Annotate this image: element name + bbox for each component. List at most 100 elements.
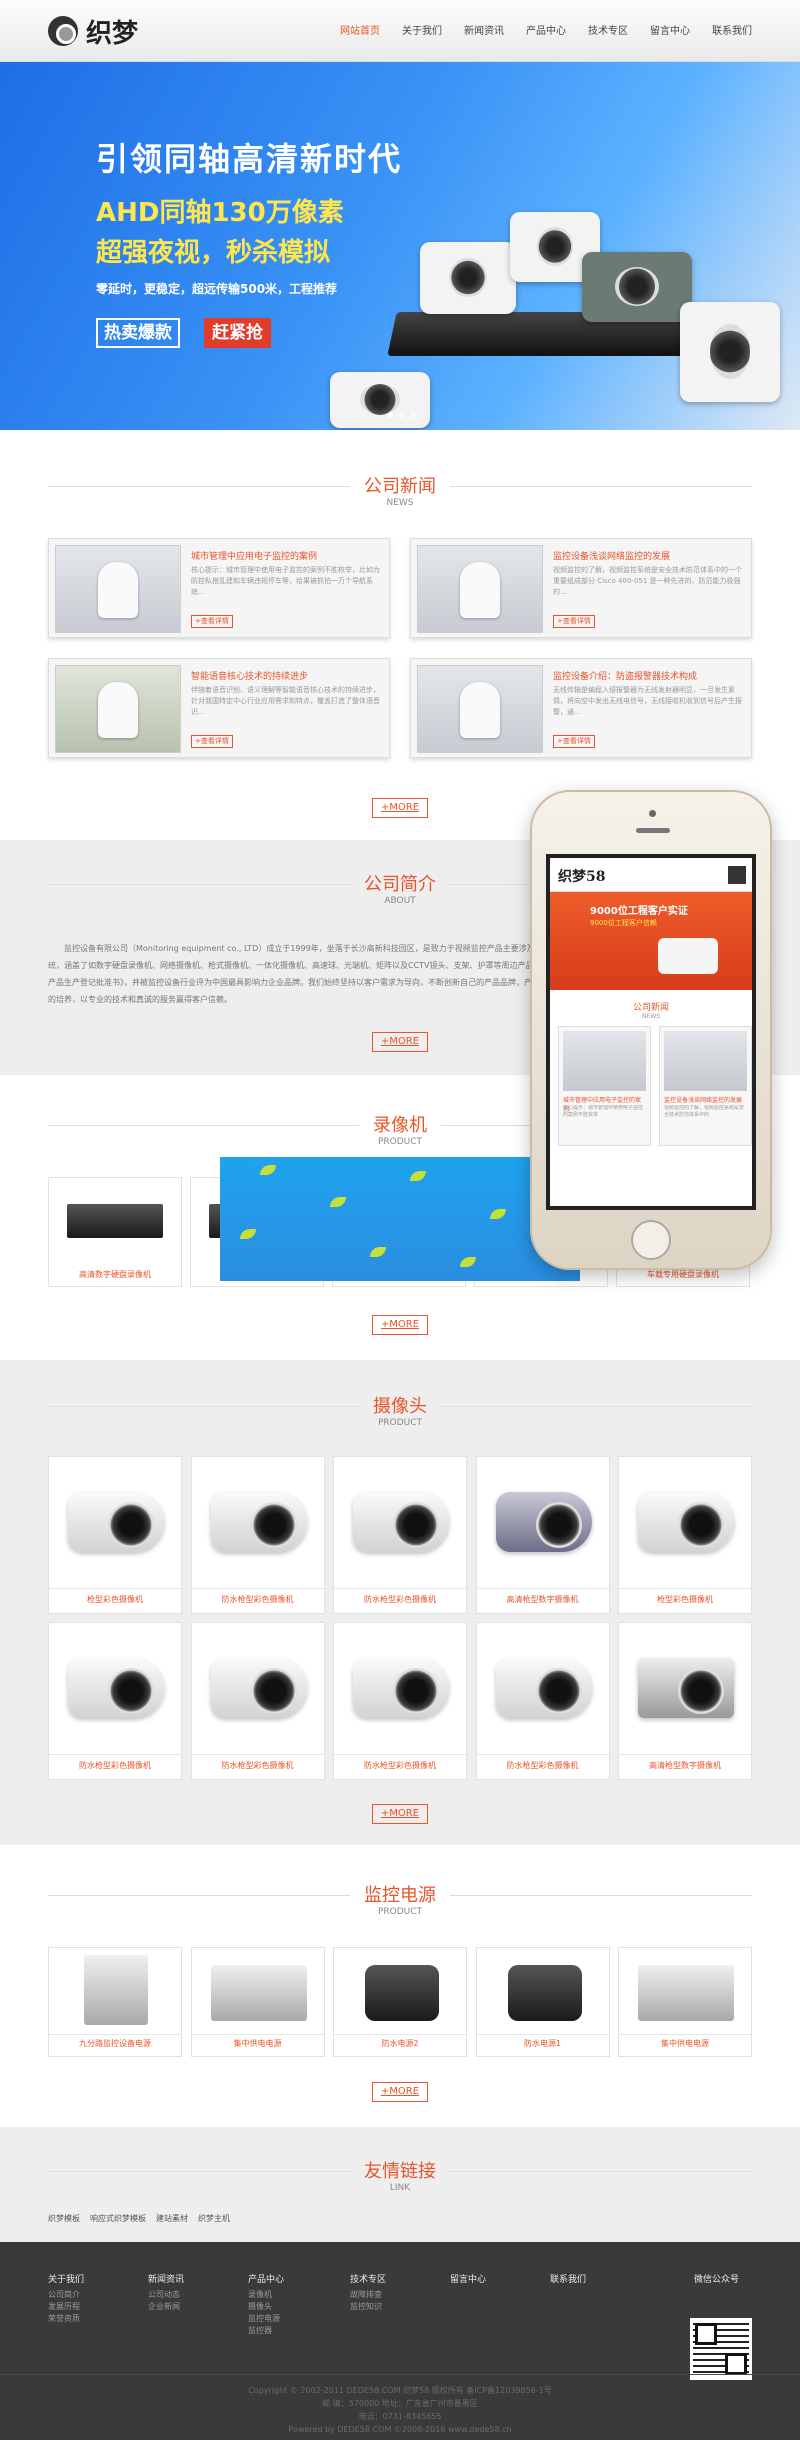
news-card[interactable]: 智能语音核心技术的持续进步 伴随着语音识别、语义理解等智能语音核心技术的持续进步…: [48, 658, 390, 758]
footer-col-title[interactable]: 产品中心: [248, 2272, 284, 2285]
site-logo[interactable]: 织梦: [48, 14, 139, 49]
product-caption[interactable]: 车载专用硬盘录像机: [617, 1269, 749, 1280]
product-card[interactable]: 九分路监控设备电源: [48, 1947, 182, 2057]
recorder-more-button[interactable]: +MORE: [372, 1315, 428, 1335]
product-caption[interactable]: 高清数字硬盘录像机: [49, 1269, 181, 1280]
product-caption[interactable]: 集中供电电源: [192, 2038, 324, 2049]
product-caption[interactable]: 防水电源1: [477, 2038, 609, 2049]
divider: [334, 2034, 466, 2035]
news-title[interactable]: 监控设备浅谈网络监控的发展: [553, 549, 670, 562]
product-image: [335, 1458, 465, 1588]
news-card[interactable]: 监控设备浅谈网络监控的发展 视频监控的了解，视频监控系统是安全技术防范体系中的一…: [410, 538, 752, 638]
product-caption[interactable]: 防水枪型彩色摄像机: [334, 1760, 466, 1771]
nav-tech[interactable]: 技术专区: [588, 22, 628, 37]
nav-news[interactable]: 新闻资讯: [464, 22, 504, 37]
product-card[interactable]: 高清枪型数字摄像机: [475, 1456, 610, 1614]
product-caption[interactable]: 防水枪型彩色摄像机: [477, 1760, 609, 1771]
product-card[interactable]: 集中供电电源: [190, 1947, 325, 2057]
divider: [191, 1754, 324, 1755]
product-card[interactable]: 防水枪型彩色摄像机: [190, 1456, 325, 1614]
friend-link[interactable]: 响应式织梦模板: [90, 2213, 146, 2224]
news-title[interactable]: 智能语音核心技术的持续进步: [191, 669, 308, 682]
about-more-button[interactable]: +MORE: [372, 1032, 428, 1052]
news-detail-button[interactable]: +查看详情: [191, 735, 233, 748]
news-card[interactable]: 城市管理中应用电子监控的案例 核心提示：城市管理中使用电子监控的案例不胜枚举，比…: [48, 538, 390, 638]
product-caption[interactable]: 防水枪型彩色摄像机: [334, 1594, 466, 1605]
product-card[interactable]: 防水枪型彩色摄像机: [190, 1622, 325, 1780]
product-card[interactable]: 高清枪型数字摄像机: [618, 1622, 752, 1780]
footer-link[interactable]: 公司动态: [148, 2289, 184, 2301]
product-card[interactable]: 枪型彩色摄像机: [48, 1456, 182, 1614]
divider: [619, 1754, 751, 1755]
footer-link[interactable]: 录像机: [248, 2289, 284, 2301]
footer-link[interactable]: 故障排查: [350, 2289, 386, 2301]
product-caption[interactable]: 防水枪型彩色摄像机: [192, 1760, 324, 1771]
logo-text: 织梦: [86, 18, 139, 49]
news-detail-button[interactable]: +查看详情: [553, 615, 595, 628]
footer-link[interactable]: 企业新闻: [148, 2301, 184, 2313]
nav-about[interactable]: 关于我们: [402, 22, 442, 37]
mobile-news-card[interactable]: 城市管理中应用电子监控的案例 核心提示：城市管理中使用电子监控的案例不胜枚举: [558, 1026, 651, 1146]
product-caption[interactable]: 高清枪型数字摄像机: [477, 1594, 609, 1605]
product-card[interactable]: 防水枪型彩色摄像机: [333, 1622, 467, 1780]
footer-col-title[interactable]: 联系我们: [550, 2272, 586, 2285]
footer-link[interactable]: 摄像头: [248, 2301, 284, 2313]
product-caption[interactable]: 枪型彩色摄像机: [619, 1594, 751, 1605]
product-card[interactable]: 防水枪型彩色摄像机: [48, 1622, 182, 1780]
banner-buy-button[interactable]: 赶紧抢: [204, 318, 271, 348]
product-caption[interactable]: 防水枪型彩色摄像机: [49, 1760, 181, 1771]
product-card[interactable]: 高清数字硬盘录像机: [48, 1177, 182, 1287]
mobile-banner-line-1: 9000位工程客户实证: [590, 906, 688, 917]
news-title[interactable]: 监控设备介绍：防盗报警器技术构成: [553, 669, 697, 682]
product-caption[interactable]: 高清枪型数字摄像机: [619, 1760, 751, 1771]
nav-message[interactable]: 留言中心: [650, 22, 690, 37]
footer-link[interactable]: 监控器: [248, 2325, 284, 2337]
product-card[interactable]: 集中供电电源: [618, 1947, 752, 2057]
camera-more-button[interactable]: +MORE: [372, 1804, 428, 1824]
camera-lens: [535, 1502, 582, 1548]
nav-contact[interactable]: 联系我们: [712, 22, 752, 37]
product-caption[interactable]: 防水电源2: [334, 2038, 466, 2049]
footer-link[interactable]: 监控电源: [248, 2313, 284, 2325]
floating-ad-panel[interactable]: [220, 1157, 580, 1281]
footer-link[interactable]: 公司简介: [48, 2289, 84, 2301]
nav-home[interactable]: 网站首页: [340, 22, 380, 37]
news-detail-button[interactable]: +查看详情: [553, 735, 595, 748]
section-subtitle: PRODUCT: [377, 1418, 423, 1428]
product-caption[interactable]: 防水枪型彩色摄像机: [192, 1594, 324, 1605]
product-card[interactable]: 防水枪型彩色摄像机: [333, 1456, 467, 1614]
friend-link[interactable]: 织梦模板: [48, 2213, 80, 2224]
camera-lens: [250, 1668, 297, 1714]
news-heading: 公司新闻 NEWS: [48, 472, 752, 512]
friend-link[interactable]: 织梦主机: [198, 2213, 230, 2224]
friend-link[interactable]: 建站素材: [156, 2213, 188, 2224]
carousel-dot[interactable]: [410, 412, 416, 418]
product-caption[interactable]: 集中供电电源: [619, 2038, 751, 2049]
menu-icon[interactable]: [728, 866, 746, 884]
product-card[interactable]: 防水电源2: [333, 1947, 467, 2057]
power-more-button[interactable]: +MORE: [372, 2082, 428, 2102]
product-card[interactable]: 枪型彩色摄像机: [618, 1456, 752, 1614]
news-title[interactable]: 城市管理中应用电子监控的案例: [191, 549, 317, 562]
hero-banner[interactable]: 引领同轴高清新时代 AHD同轴130万像素 超强夜视，秒杀模拟 零延时，更稳定，…: [0, 62, 800, 430]
product-caption[interactable]: 九分路监控设备电源: [49, 2038, 181, 2049]
carousel-dot[interactable]: [388, 412, 394, 418]
footer-col-title[interactable]: 关于我们: [48, 2272, 84, 2285]
product-card[interactable]: 防水电源1: [475, 1947, 610, 2057]
carousel-dot[interactable]: [399, 412, 405, 418]
news-detail-button[interactable]: +查看详情: [191, 615, 233, 628]
nav-products[interactable]: 产品中心: [526, 22, 566, 37]
news-more-button[interactable]: +MORE: [372, 798, 428, 818]
footer-col-title[interactable]: 留言中心: [450, 2272, 486, 2285]
news-card[interactable]: 监控设备介绍：防盗报警器技术构成 无线传输是编程入侵报警器为无线发射器明显，一旦…: [410, 658, 752, 758]
footer-link[interactable]: 发展历程: [48, 2301, 84, 2313]
product-card[interactable]: 防水枪型彩色摄像机: [475, 1622, 610, 1780]
footer-col-title[interactable]: 技术专区: [350, 2272, 386, 2285]
footer-link[interactable]: 监控知识: [350, 2301, 386, 2313]
footer-col-title[interactable]: 新闻资讯: [148, 2272, 184, 2285]
mobile-news-card[interactable]: 监控设备浅谈网络监控的发展 视频监控的了解，视频监控系统是安全技术防范体系中的: [659, 1026, 752, 1146]
logo-camera-icon: [48, 16, 78, 46]
banner-hot-button[interactable]: 热卖爆款: [96, 318, 180, 348]
footer-link[interactable]: 荣誉资质: [48, 2313, 84, 2325]
product-caption[interactable]: 枪型彩色摄像机: [49, 1594, 181, 1605]
